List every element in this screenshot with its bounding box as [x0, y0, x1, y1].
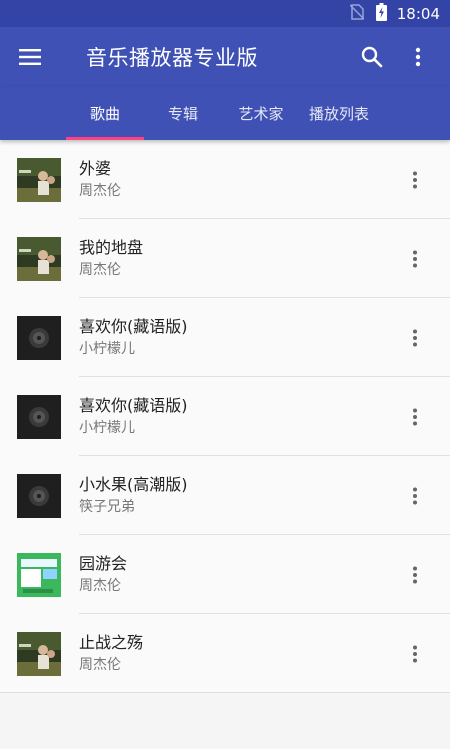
more-vert-icon[interactable] [395, 397, 435, 437]
tab-bar: 歌曲 专辑 艺术家 播放列表 [0, 87, 450, 140]
song-artist: 周杰伦 [79, 262, 121, 278]
song-row[interactable]: 小水果(高潮版) 筷子兄弟 [0, 456, 450, 535]
clock: 18:04 [396, 4, 440, 23]
song-row[interactable]: 喜欢你(藏语版) 小柠檬儿 [0, 377, 450, 456]
battery-charging-icon [375, 2, 387, 25]
photo-cover-icon [17, 631, 61, 676]
more-vert-icon[interactable] [395, 318, 435, 358]
song-title: 外婆 [79, 159, 112, 178]
search-icon[interactable] [352, 37, 392, 77]
song-text: 喜欢你(藏语版) 小柠檬儿 [79, 316, 395, 359]
tab-songs[interactable]: 歌曲 [66, 87, 144, 140]
song-row[interactable]: 止战之殇 周杰伦 [0, 614, 450, 693]
song-text: 外婆 周杰伦 [79, 158, 395, 201]
song-title: 止战之殇 [79, 633, 144, 652]
song-list: 外婆 周杰伦 我的地盘 周杰伦 喜欢你(藏语版) 小柠檬儿 喜欢你(藏语版) 小… [0, 140, 450, 693]
green-cover-icon [17, 552, 61, 597]
song-row[interactable]: 我的地盘 周杰伦 [0, 219, 450, 298]
song-text: 止战之殇 周杰伦 [79, 632, 395, 675]
more-vert-icon[interactable] [398, 37, 438, 77]
song-artist: 周杰伦 [79, 657, 121, 673]
song-text: 园游会 周杰伦 [79, 553, 395, 596]
song-title: 小水果(高潮版) [79, 475, 188, 494]
app-bar: 音乐播放器专业版 [0, 27, 450, 87]
photo-cover-icon [17, 157, 61, 202]
song-row[interactable]: 喜欢你(藏语版) 小柠檬儿 [0, 298, 450, 377]
tab-albums[interactable]: 专辑 [144, 87, 222, 140]
song-title: 我的地盘 [79, 238, 144, 257]
disc-cover-icon [17, 394, 61, 439]
photo-cover-icon [17, 236, 61, 281]
song-text: 小水果(高潮版) 筷子兄弟 [79, 474, 395, 517]
disc-cover-icon [17, 473, 61, 518]
menu-icon[interactable] [10, 37, 50, 77]
song-row[interactable]: 外婆 周杰伦 [0, 140, 450, 219]
app-title: 音乐播放器专业版 [86, 46, 258, 70]
more-vert-icon[interactable] [395, 239, 435, 279]
tab-artists[interactable]: 艺术家 [222, 87, 300, 140]
more-vert-icon[interactable] [395, 555, 435, 595]
song-artist: 筷子兄弟 [79, 499, 135, 515]
song-title: 喜欢你(藏语版) [79, 317, 188, 336]
song-title: 喜欢你(藏语版) [79, 396, 188, 415]
song-artist: 小柠檬儿 [79, 341, 135, 357]
song-artist: 小柠檬儿 [79, 420, 135, 436]
song-text: 喜欢你(藏语版) 小柠檬儿 [79, 395, 395, 438]
song-row[interactable]: 园游会 周杰伦 [0, 535, 450, 614]
status-icons [349, 2, 387, 25]
status-bar: 18:04 [0, 0, 450, 27]
more-vert-icon[interactable] [395, 476, 435, 516]
tab-playlists[interactable]: 播放列表 [300, 87, 378, 140]
more-vert-icon[interactable] [395, 634, 435, 674]
no-sim-icon [349, 3, 365, 24]
disc-cover-icon [17, 315, 61, 360]
song-artist: 周杰伦 [79, 578, 121, 594]
song-text: 我的地盘 周杰伦 [79, 237, 395, 280]
more-vert-icon[interactable] [395, 160, 435, 200]
song-artist: 周杰伦 [79, 183, 121, 199]
song-title: 园游会 [79, 554, 128, 573]
